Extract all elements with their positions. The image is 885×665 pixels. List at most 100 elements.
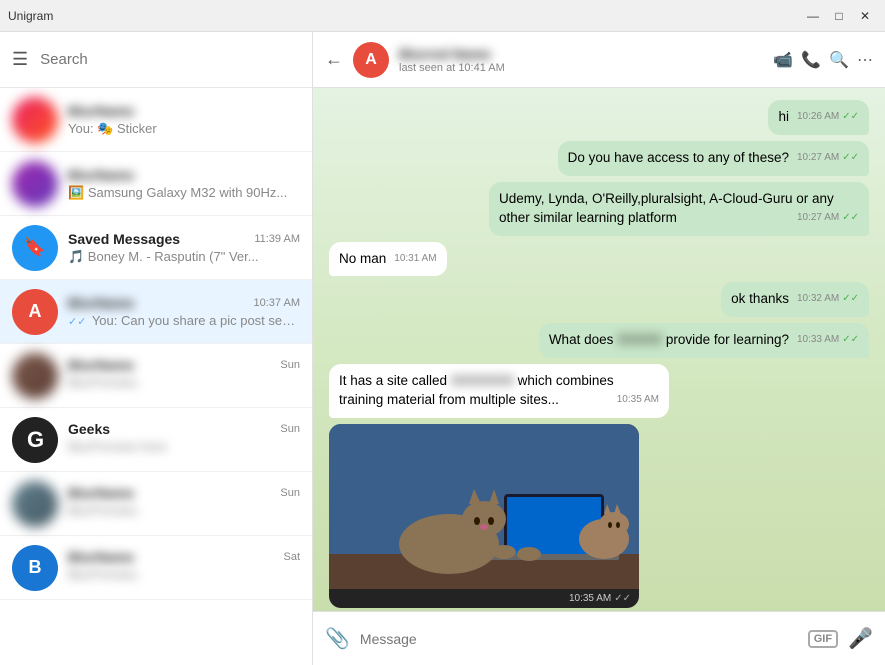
- chat-info: BlurName Sat BlurPreview: [68, 549, 300, 587]
- menu-icon[interactable]: ☰: [12, 49, 28, 70]
- message-gif: GIF: [329, 424, 639, 608]
- list-item[interactable]: B BlurName Sat BlurPreview: [0, 536, 312, 600]
- back-button[interactable]: ←: [325, 49, 343, 70]
- chat-topbar: ← A Blurred Name last seen at 10:41 AM 📹…: [313, 32, 885, 88]
- chat-preview: BlurPreview: [68, 567, 137, 582]
- gif-content: GIF: [329, 424, 639, 589]
- list-item[interactable]: BlurName Sun BlurPreview: [0, 472, 312, 536]
- message-sent: What does XXXXX provide for learning? 10…: [539, 323, 869, 358]
- gif-bubble: GIF: [329, 424, 639, 608]
- list-item[interactable]: BlurName 🖼️ Samsung Galaxy M32 with 90Hz…: [0, 152, 312, 216]
- message-bubble: Do you have access to any of these? 10:2…: [558, 141, 869, 176]
- avatar: G: [12, 417, 58, 463]
- read-receipt: ✓✓: [842, 211, 859, 225]
- msg-meta: 10:27 AM ✓✓: [797, 151, 859, 165]
- read-check: ✓✓: [68, 316, 86, 328]
- chat-info: BlurName You: 🎭 Sticker: [68, 103, 300, 137]
- message-bubble: hi 10:26 AM ✓✓: [768, 100, 869, 135]
- search-input[interactable]: [40, 51, 300, 68]
- input-bar: 📎 GIF 🎤: [313, 611, 885, 665]
- list-item[interactable]: BlurName Sun BlurPreview: [0, 344, 312, 408]
- gif-check: ✓✓: [614, 593, 631, 604]
- chat-name: BlurName: [68, 485, 134, 501]
- more-icon[interactable]: ⋯: [857, 50, 873, 70]
- message-sent: Udemy, Lynda, O'Reilly,pluralsight, A-Cl…: [489, 182, 869, 236]
- chat-time: Sun: [280, 359, 300, 371]
- chat-info: Geeks Sun BlurPreview here: [68, 421, 300, 459]
- preview-icon: 🖼️: [68, 185, 88, 200]
- chat-name: BlurName: [68, 357, 134, 373]
- chat-preview: BlurPreview: [68, 375, 137, 390]
- chat-preview: BlurPreview here: [68, 439, 167, 454]
- list-item-active[interactable]: A BlurName 10:37 AM ✓✓ You: Can you shar…: [0, 280, 312, 344]
- minimize-button[interactable]: —: [801, 4, 825, 28]
- msg-meta: 10:31 AM: [394, 252, 436, 266]
- message-sent: hi 10:26 AM ✓✓: [768, 100, 869, 135]
- sidebar-header: ☰: [0, 32, 312, 88]
- window-controls: — □ ✕: [801, 4, 877, 28]
- message-input[interactable]: [360, 631, 798, 647]
- close-button[interactable]: ✕: [853, 4, 877, 28]
- search-icon[interactable]: 🔍: [829, 50, 849, 70]
- msg-time: 10:26 AM: [797, 110, 839, 124]
- message-sent: ok thanks 10:32 AM ✓✓: [721, 282, 869, 317]
- contact-info: Blurred Name last seen at 10:41 AM: [399, 46, 763, 74]
- chat-time: 11:39 AM: [254, 233, 300, 245]
- titlebar: Unigram — □ ✕: [0, 0, 885, 32]
- microphone-icon[interactable]: 🎤: [848, 626, 873, 651]
- message-bubble: Udemy, Lynda, O'Reilly,pluralsight, A-Cl…: [489, 182, 869, 236]
- call-icon[interactable]: 📞: [801, 50, 821, 70]
- contact-status: last seen at 10:41 AM: [399, 62, 763, 74]
- chat-time: Sun: [280, 487, 300, 499]
- blurred-word: XXXXX: [617, 331, 662, 350]
- avatar: 🔖: [12, 225, 58, 271]
- chat-panel: ← A Blurred Name last seen at 10:41 AM 📹…: [313, 32, 885, 665]
- attachment-icon[interactable]: 📎: [325, 626, 350, 651]
- msg-meta: 10:26 AM ✓✓: [797, 110, 859, 124]
- chat-info: BlurName Sun BlurPreview: [68, 357, 300, 395]
- maximize-button[interactable]: □: [827, 4, 851, 28]
- chat-preview: BlurPreview: [68, 503, 137, 518]
- list-item[interactable]: 🔖 Saved Messages 11:39 AM 🎵 Boney M. - R…: [0, 216, 312, 280]
- video-call-icon[interactable]: 📹: [773, 50, 793, 70]
- chat-time: Sun: [280, 423, 300, 435]
- chat-info: Saved Messages 11:39 AM 🎵 Boney M. - Ras…: [68, 231, 300, 265]
- sidebar: ☰ BlurName You: 🎭 Sticker: [0, 32, 313, 665]
- msg-time: 10:27 AM: [797, 151, 839, 165]
- blurred-word: XXXXXXX: [451, 372, 514, 391]
- chat-name: BlurName: [68, 167, 134, 183]
- avatar: A: [12, 289, 58, 335]
- list-item[interactable]: BlurName You: 🎭 Sticker: [0, 88, 312, 152]
- message-received: It has a site called XXXXXXX which combi…: [329, 364, 669, 418]
- msg-time: 10:32 AM: [797, 292, 839, 306]
- msg-meta: 10:35 AM: [617, 393, 659, 407]
- message-bubble: What does XXXXX provide for learning? 10…: [539, 323, 869, 358]
- message-bubble: ok thanks 10:32 AM ✓✓: [721, 282, 869, 317]
- msg-time: 10:31 AM: [394, 252, 436, 266]
- app-title: Unigram: [8, 9, 53, 23]
- read-receipt: ✓✓: [842, 292, 859, 306]
- chat-info: BlurName 🖼️ Samsung Galaxy M32 with 90Hz…: [68, 167, 300, 201]
- chat-time: 10:37 AM: [254, 297, 300, 309]
- contact-name: Blurred Name: [399, 46, 763, 62]
- gif-time-row: 10:35 AM ✓✓: [329, 589, 639, 608]
- msg-time: 10:33 AM: [797, 333, 839, 347]
- msg-meta: 10:33 AM ✓✓: [797, 333, 859, 347]
- messages-area: hi 10:26 AM ✓✓ Do you have access to any…: [313, 88, 885, 611]
- chat-name: BlurName: [68, 295, 134, 311]
- msg-time: 10:35 AM: [617, 393, 659, 407]
- chat-preview: You: 🎭 Sticker: [68, 121, 300, 137]
- gif-time: 10:35 AM: [569, 593, 611, 604]
- chat-name: BlurName: [68, 549, 134, 565]
- msg-meta: 10:27 AM ✓✓: [797, 211, 859, 225]
- main-layout: ☰ BlurName You: 🎭 Sticker: [0, 32, 885, 665]
- chat-name: BlurName: [68, 103, 134, 119]
- message-sent: Do you have access to any of these? 10:2…: [558, 141, 869, 176]
- list-item[interactable]: G Geeks Sun BlurPreview here: [0, 408, 312, 472]
- read-receipt: ✓✓: [842, 151, 859, 165]
- chat-info: BlurName Sun BlurPreview: [68, 485, 300, 523]
- gif-button[interactable]: GIF: [808, 630, 838, 648]
- chat-time: Sat: [283, 551, 300, 563]
- msg-meta: 10:32 AM ✓✓: [797, 292, 859, 306]
- gif-svg: [329, 424, 639, 589]
